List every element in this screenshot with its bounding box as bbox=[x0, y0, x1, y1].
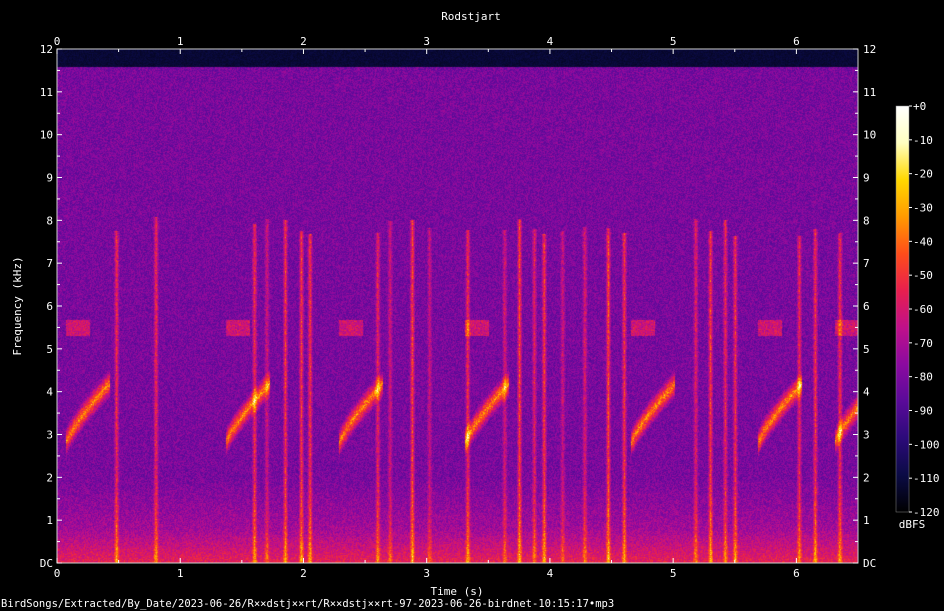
y-tick-label: 3 bbox=[46, 429, 53, 442]
x-tick-label-top: 3 bbox=[423, 35, 430, 48]
y-tick-label: 6 bbox=[46, 300, 53, 313]
y-tick-label: 9 bbox=[46, 172, 53, 185]
source-file-path: BirdSongs/Extracted/By_Date/2023-06-26/R… bbox=[1, 598, 614, 610]
y-tick-label-right: 9 bbox=[863, 172, 870, 185]
y-tick-label: 5 bbox=[46, 343, 53, 356]
y-tick-label: 7 bbox=[46, 257, 53, 270]
y-tick-label: 2 bbox=[46, 471, 53, 484]
x-tick-label: 5 bbox=[670, 567, 677, 580]
y-tick-label-right: 3 bbox=[863, 429, 870, 442]
y-tick-label: 11 bbox=[40, 86, 53, 99]
colorbar-tick-label: -10 bbox=[913, 134, 933, 147]
chart-title: Rodstjart bbox=[441, 10, 501, 23]
x-tick-label: 0 bbox=[54, 567, 61, 580]
x-tick-label-top: 2 bbox=[300, 35, 307, 48]
colorbar-tick-label: -70 bbox=[913, 337, 933, 350]
x-axis-label: Time (s) bbox=[431, 585, 484, 598]
y-tick-label: 8 bbox=[46, 214, 53, 227]
colorbar-tick-label: -110 bbox=[913, 472, 940, 485]
x-tick-label-top: 1 bbox=[177, 35, 184, 48]
x-tick-label-top: 5 bbox=[670, 35, 677, 48]
y-tick-label: 4 bbox=[46, 386, 53, 399]
y-tick-label-right: 12 bbox=[863, 43, 876, 56]
colorbar-tick-label: -60 bbox=[913, 303, 933, 316]
y-tick-label-right: 8 bbox=[863, 214, 870, 227]
y-tick-label: 12 bbox=[40, 43, 53, 56]
spectrogram-image bbox=[57, 49, 858, 563]
y-tick-label-right: 1 bbox=[863, 514, 870, 527]
colorbar-tick-label: -100 bbox=[913, 438, 940, 451]
colorbar-label: dBFS bbox=[899, 518, 926, 531]
x-tick-label-top: 4 bbox=[547, 35, 554, 48]
y-tick-label-right: DC bbox=[863, 557, 876, 570]
y-axis-label: Frequency (kHz) bbox=[11, 256, 24, 355]
colorbar-tick-label: +0 bbox=[913, 100, 926, 113]
spectrogram-chart: Rodstjart 00112233445566 DC DC1 12 23 34 45 56… bbox=[1, 10, 940, 610]
y-tick-label-right: 2 bbox=[863, 471, 870, 484]
x-tick-label: 2 bbox=[300, 567, 307, 580]
spectrogram-canvas-holder bbox=[57, 49, 858, 563]
colorbar-tick-label: -20 bbox=[913, 168, 933, 181]
y-tick-label: 1 bbox=[46, 514, 53, 527]
x-tick-label: 6 bbox=[793, 567, 800, 580]
x-tick-label-top: 0 bbox=[54, 35, 61, 48]
y-tick-label-right: 5 bbox=[863, 343, 870, 356]
y-tick-label-right: 6 bbox=[863, 300, 870, 313]
y-tick-label-right: 11 bbox=[863, 86, 876, 99]
colorbar-tick-label: -90 bbox=[913, 405, 933, 418]
colorbar-tick-label: -30 bbox=[913, 202, 933, 215]
y-tick-label: DC bbox=[40, 557, 53, 570]
x-tick-label: 4 bbox=[547, 567, 554, 580]
colorbar-tick-label: -40 bbox=[913, 235, 933, 248]
y-tick-label-right: 7 bbox=[863, 257, 870, 270]
x-tick-label-top: 6 bbox=[793, 35, 800, 48]
colorbar-tick-label: -50 bbox=[913, 269, 933, 282]
y-tick-label: 10 bbox=[40, 129, 53, 142]
colorbar-tick-label: -80 bbox=[913, 371, 933, 384]
x-tick-label: 1 bbox=[177, 567, 184, 580]
colorbar-ticks: +0-10-20-30-40-50-60-70-80-90-100-110-12… bbox=[909, 100, 940, 519]
x-tick-label: 3 bbox=[423, 567, 430, 580]
colorbar bbox=[895, 105, 910, 513]
y-tick-label-right: 10 bbox=[863, 129, 876, 142]
y-tick-label-right: 4 bbox=[863, 386, 870, 399]
